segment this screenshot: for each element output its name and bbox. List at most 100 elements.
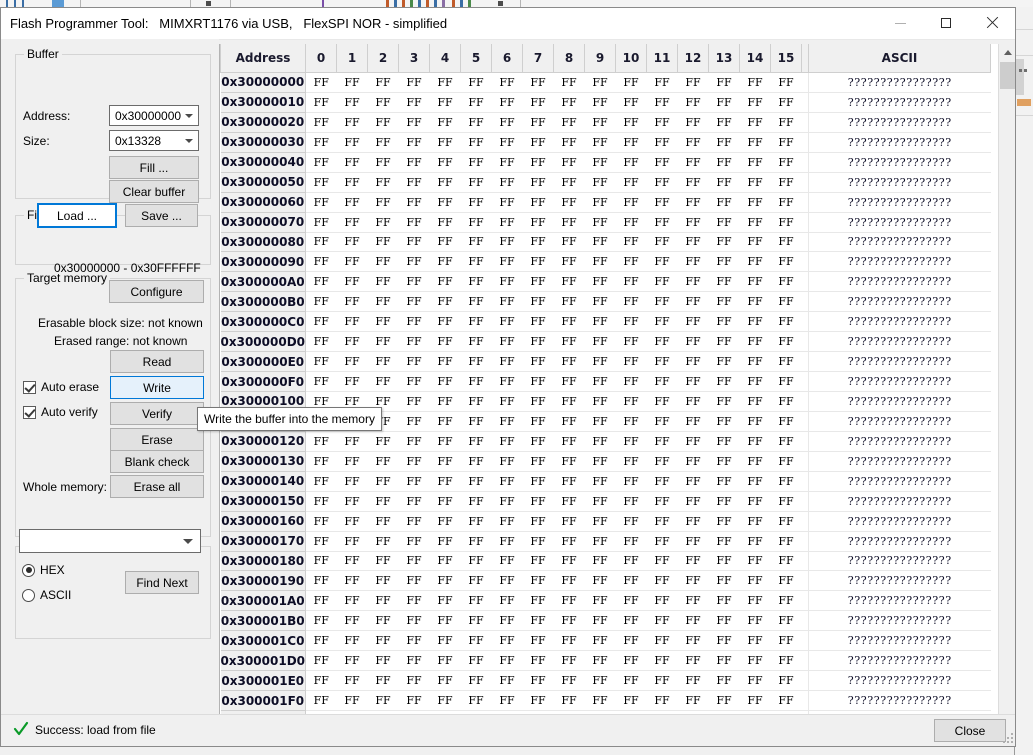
hex-cell[interactable]: FF — [461, 551, 492, 571]
hex-cell[interactable]: FF — [554, 451, 585, 471]
hex-cell[interactable]: FF — [492, 571, 523, 591]
hex-cell[interactable]: FF — [337, 671, 368, 691]
hex-cell[interactable]: FF — [337, 352, 368, 372]
hex-cell[interactable]: FF — [430, 631, 461, 651]
hex-cell[interactable]: FF — [523, 651, 554, 671]
hex-cell[interactable]: FF — [523, 571, 554, 591]
hex-cell[interactable]: FF — [368, 671, 399, 691]
hex-cell[interactable]: FF — [523, 172, 554, 192]
hex-cell[interactable]: FF — [771, 192, 802, 212]
hex-cell[interactable]: FF — [430, 571, 461, 591]
hex-cell[interactable]: FF — [523, 511, 554, 531]
hex-cell[interactable]: FF — [523, 431, 554, 451]
hex-cell[interactable]: FF — [647, 511, 678, 531]
hex-cell[interactable]: FF — [430, 92, 461, 112]
hex-cell[interactable]: FF — [337, 152, 368, 172]
hex-cell[interactable]: FF — [616, 491, 647, 511]
hex-cell[interactable]: FF — [771, 491, 802, 511]
hex-cell[interactable]: FF — [368, 571, 399, 591]
hex-cell[interactable]: FF — [368, 551, 399, 571]
header-col-7[interactable]: 7 — [523, 44, 554, 73]
search-mode-ascii-radio[interactable]: ASCII — [22, 588, 71, 602]
hex-cell[interactable]: FF — [306, 372, 337, 392]
hex-cell[interactable]: FF — [709, 551, 740, 571]
hex-cell[interactable]: FF — [616, 352, 647, 372]
hex-cell[interactable]: FF — [306, 212, 337, 232]
hex-cell[interactable]: FF — [554, 192, 585, 212]
hex-cell[interactable]: FF — [306, 312, 337, 332]
hex-cell[interactable]: FF — [337, 332, 368, 352]
auto-erase-checkbox[interactable]: Auto erase — [23, 380, 99, 394]
table-row[interactable]: 0x30000040FFFFFFFFFFFFFFFFFFFFFFFFFFFFFF… — [221, 152, 991, 172]
hex-cell[interactable]: FF — [492, 491, 523, 511]
hex-cell[interactable]: FF — [771, 431, 802, 451]
hex-cell[interactable]: FF — [337, 212, 368, 232]
header-col-6[interactable]: 6 — [492, 44, 523, 73]
hex-cell[interactable]: FF — [740, 132, 771, 152]
hex-cell[interactable]: FF — [771, 651, 802, 671]
hex-cell[interactable]: FF — [399, 272, 430, 292]
table-row[interactable]: 0x30000150FFFFFFFFFFFFFFFFFFFFFFFFFFFFFF… — [221, 491, 991, 511]
hex-cell[interactable]: FF — [771, 332, 802, 352]
hex-cell[interactable]: FF — [709, 73, 740, 93]
hex-cell[interactable]: FF — [337, 531, 368, 551]
hex-cell[interactable]: FF — [709, 611, 740, 631]
hex-cell[interactable]: FF — [647, 352, 678, 372]
hex-cell[interactable]: FF — [306, 691, 337, 711]
hex-cell[interactable]: FF — [554, 73, 585, 93]
hex-cell[interactable]: FF — [523, 92, 554, 112]
hex-cell[interactable]: FF — [523, 451, 554, 471]
table-row[interactable]: 0x300000D0FFFFFFFFFFFFFFFFFFFFFFFFFFFFFF… — [221, 332, 991, 352]
hex-cell[interactable]: FF — [585, 491, 616, 511]
hex-cell[interactable]: FF — [337, 691, 368, 711]
hex-cell[interactable]: FF — [430, 411, 461, 431]
hex-cell[interactable]: FF — [337, 92, 368, 112]
hex-cell[interactable]: FF — [430, 471, 461, 491]
hex-cell[interactable]: FF — [740, 431, 771, 451]
hex-cell[interactable]: FF — [678, 591, 709, 611]
hex-cell[interactable]: FF — [647, 332, 678, 352]
hex-cell[interactable]: FF — [647, 272, 678, 292]
hex-cell[interactable]: FF — [585, 511, 616, 531]
hex-cell[interactable]: FF — [399, 92, 430, 112]
hex-cell[interactable]: FF — [337, 372, 368, 392]
hex-cell[interactable]: FF — [709, 511, 740, 531]
hex-cell[interactable]: FF — [616, 212, 647, 232]
hex-cell[interactable]: FF — [523, 491, 554, 511]
hex-cell[interactable]: FF — [492, 192, 523, 212]
hex-cell[interactable]: FF — [554, 471, 585, 491]
hex-cell[interactable]: FF — [523, 212, 554, 232]
hex-cell[interactable]: FF — [709, 292, 740, 312]
table-row[interactable]: 0x30000170FFFFFFFFFFFFFFFFFFFFFFFFFFFFFF… — [221, 531, 991, 551]
hex-cell[interactable]: FF — [461, 411, 492, 431]
hex-cell[interactable]: FF — [461, 272, 492, 292]
header-col-2[interactable]: 2 — [368, 44, 399, 73]
hex-cell[interactable]: FF — [399, 172, 430, 192]
hex-cell[interactable]: FF — [306, 551, 337, 571]
hex-cell[interactable]: FF — [430, 152, 461, 172]
hex-cell[interactable]: FF — [554, 372, 585, 392]
table-row[interactable]: 0x30000120FFFFFFFFFFFFFFFFFFFFFFFFFFFFFF… — [221, 431, 991, 451]
hex-cell[interactable]: FF — [709, 491, 740, 511]
hex-cell[interactable]: FF — [740, 272, 771, 292]
hex-cell[interactable]: FF — [523, 551, 554, 571]
hex-cell[interactable]: FF — [647, 212, 678, 232]
hex-cell[interactable]: FF — [368, 352, 399, 372]
hex-cell[interactable]: FF — [771, 631, 802, 651]
hex-cell[interactable]: FF — [492, 451, 523, 471]
hex-cell[interactable]: FF — [585, 571, 616, 591]
hex-cell[interactable]: FF — [647, 292, 678, 312]
read-button[interactable]: Read — [110, 350, 204, 373]
hex-cell[interactable]: FF — [678, 352, 709, 372]
blank-check-button[interactable]: Blank check — [110, 450, 204, 473]
hex-cell[interactable]: FF — [678, 671, 709, 691]
hex-cell[interactable]: FF — [709, 272, 740, 292]
hex-cell[interactable]: FF — [461, 352, 492, 372]
hex-cell[interactable]: FF — [585, 92, 616, 112]
hex-cell[interactable]: FF — [306, 252, 337, 272]
hex-cell[interactable]: FF — [678, 332, 709, 352]
hex-cell[interactable]: FF — [771, 392, 802, 412]
hex-cell[interactable]: FF — [647, 571, 678, 591]
hex-cell[interactable]: FF — [771, 212, 802, 232]
hex-cell[interactable]: FF — [616, 192, 647, 212]
